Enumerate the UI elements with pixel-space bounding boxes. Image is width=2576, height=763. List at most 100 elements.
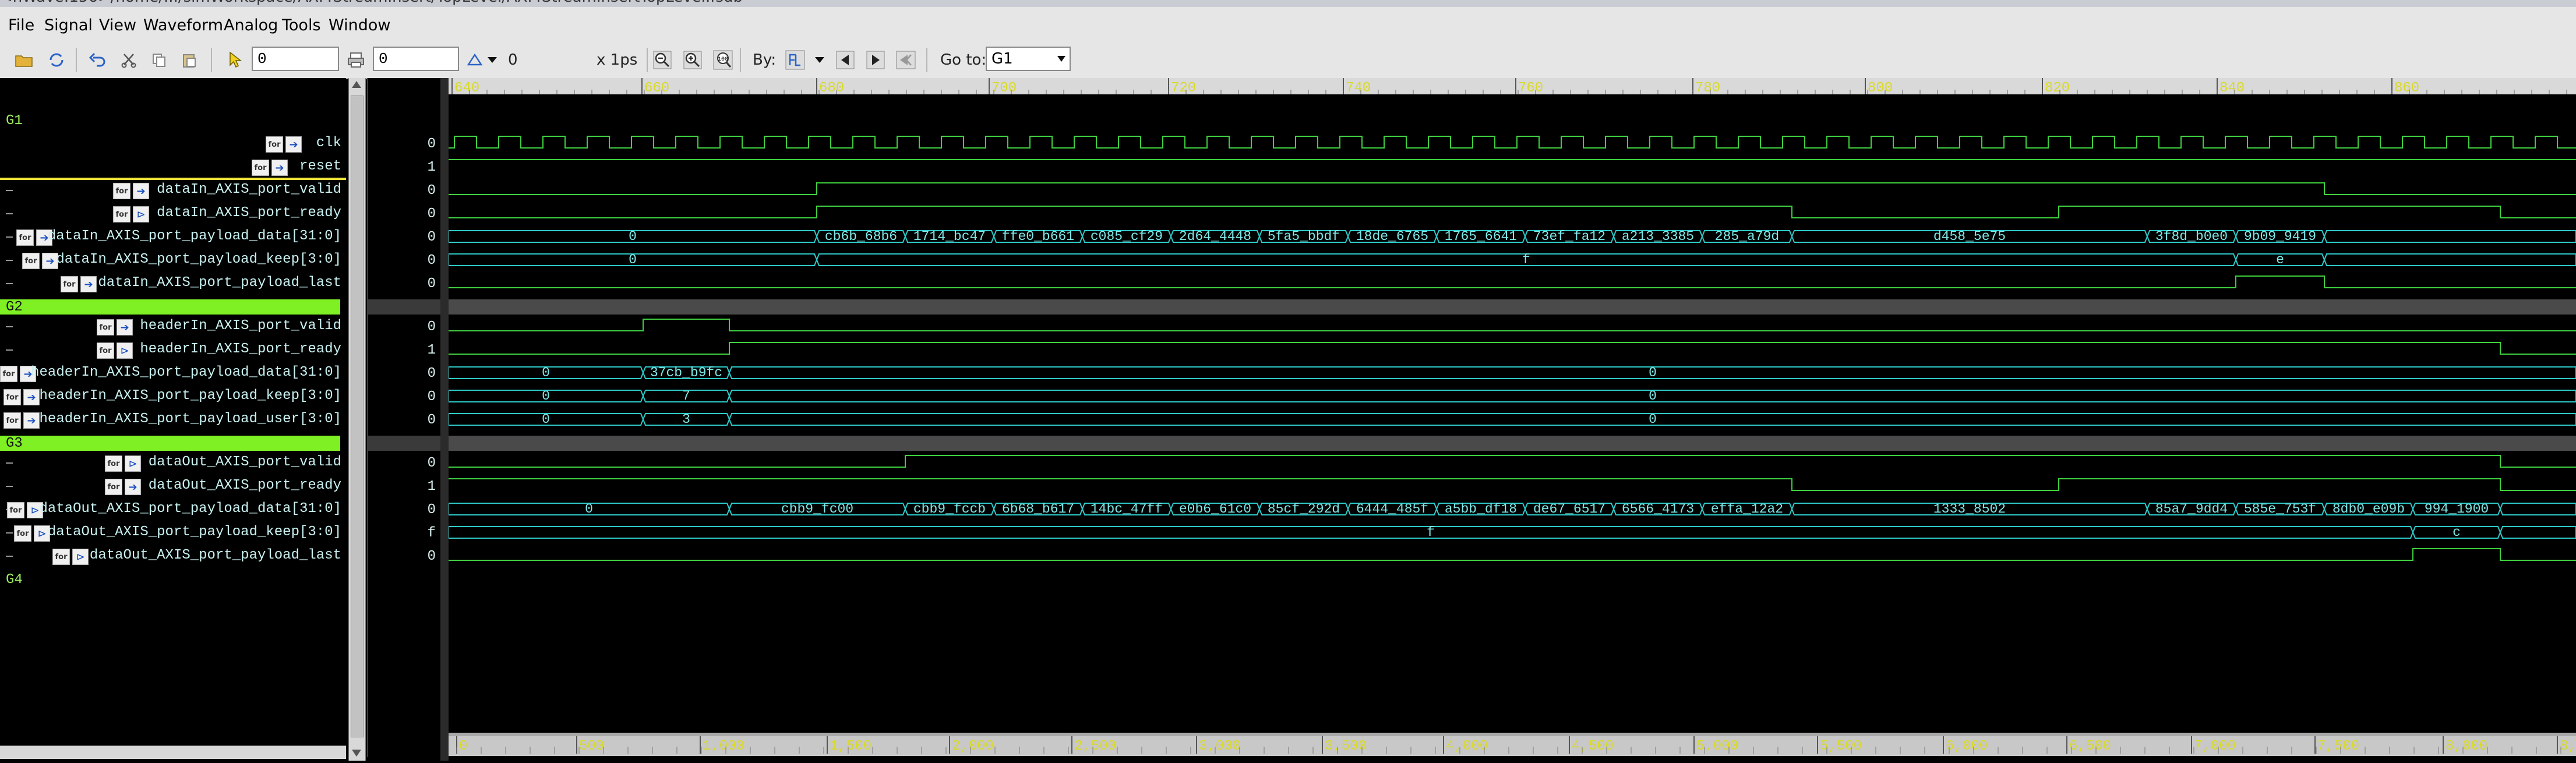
- bus-value-dout-data: 994_1900: [2425, 501, 2489, 517]
- ruler-label: 860: [2394, 80, 2419, 96]
- menu-view[interactable]: View: [99, 16, 136, 34]
- waveform-dout-ready: [449, 478, 2576, 491]
- signal-row-din-keep[interactable]: for ➔ dataIn_AXIS_port_payload_keep[3:0]: [0, 249, 346, 273]
- vertical-scrollbar[interactable]: [348, 78, 366, 761]
- time-ruler-top: [449, 78, 2576, 94]
- bus-value-din-data: cb6b_68b6: [825, 229, 897, 244]
- group-g2-bar[interactable]: [0, 299, 340, 315]
- value-hin-valid: 0: [427, 319, 436, 335]
- menu-file[interactable]: File: [8, 16, 34, 34]
- zoom-out-icon[interactable]: [651, 49, 673, 71]
- open-folder-icon[interactable]: [13, 49, 35, 71]
- signal-row-din-valid[interactable]: for ➔ dataIn_AXIS_port_valid: [0, 179, 346, 203]
- ruler-label: 820: [2045, 80, 2070, 96]
- menu-tools[interactable]: Tools: [282, 16, 321, 34]
- ruler-label: 700: [991, 80, 1017, 96]
- signal-row-dout-last[interactable]: for ⊳ dataOut_AXIS_port_payload_last: [0, 545, 346, 568]
- group-g3-bar[interactable]: [0, 436, 340, 451]
- value-hin-keep: 0: [427, 389, 436, 405]
- value-dout-keep: f: [427, 525, 436, 541]
- bus-value-din-data: 285_a79d: [1715, 229, 1779, 244]
- ruler-label: 500: [579, 739, 604, 754]
- zoom-in-icon[interactable]: [682, 49, 704, 71]
- ruler-label: 2,000: [952, 739, 994, 754]
- bus-value-din-keep: f: [1522, 252, 1530, 267]
- paste-icon[interactable]: [178, 49, 200, 71]
- ruler-label: 5,500: [1820, 739, 1862, 754]
- signal-name: dataOut_AXIS_port_valid: [148, 454, 341, 470]
- value-din-keep: 0: [427, 253, 436, 269]
- signal-row-din-ready[interactable]: for ⊳ dataIn_AXIS_port_ready: [0, 203, 346, 226]
- signal-row-hin-keep[interactable]: for ➔ headerIn_AXIS_port_payload_keep[3:0…: [0, 386, 346, 409]
- ruler-label: 5,000: [1696, 739, 1738, 754]
- output-port-icon: ⊳: [125, 455, 141, 472]
- ruler-label: 3,000: [1199, 739, 1241, 754]
- group-g2-label[interactable]: G2: [6, 299, 23, 315]
- menu-waveform[interactable]: Waveform: [143, 16, 223, 34]
- bus-value-din-data: 18de_6765: [1356, 229, 1428, 244]
- input-port-icon: ➔: [285, 136, 302, 153]
- signal-row-hin-ready[interactable]: for ⊳ headerIn_AXIS_port_ready: [0, 339, 346, 362]
- value-hin-ready: 1: [427, 342, 436, 358]
- waveform-pane[interactable]: 640 660 680 700 720 740 760 780 800 820 840 860 0 cb…: [448, 78, 2576, 761]
- signal-name: dataIn_AXIS_port_payload_keep[3:0]: [56, 252, 341, 267]
- jump-icon[interactable]: [895, 49, 917, 71]
- bus-value-din-keep: 0: [629, 252, 637, 267]
- signal-name: clk: [316, 135, 341, 151]
- group-g3-label[interactable]: G3: [6, 436, 23, 451]
- signal-row-reset[interactable]: for ➔ reset: [0, 156, 346, 179]
- waveform-canvas[interactable]: 640 660 680 700 720 740 760 780 800 820 840 860 0 cb…: [448, 78, 2576, 761]
- menu-window[interactable]: Window: [329, 16, 390, 34]
- undo-icon[interactable]: [86, 49, 108, 71]
- signal-row-hin-user[interactable]: for ➔ headerIn_AXIS_port_payload_user[3:0…: [0, 409, 346, 432]
- signal-row-dout-ready[interactable]: for ➔ dataOut_AXIS_port_ready: [0, 475, 346, 499]
- signal-row-din-data[interactable]: for ➔ dataIn_AXIS_port_payload_data[31:0]: [0, 226, 346, 249]
- name-pane-scrollbar[interactable]: [0, 746, 346, 759]
- menu-signal[interactable]: Signal: [44, 16, 93, 34]
- bus-value-din-data: 0: [629, 229, 637, 244]
- waveform-din-ready: [449, 206, 2576, 218]
- delta-dropdown-icon[interactable]: [481, 49, 503, 71]
- bus-value-dout-data: 14bc_47ff: [1091, 501, 1163, 517]
- search-by-icon[interactable]: [784, 49, 806, 71]
- signal-row-hin-valid[interactable]: for ➔ headerIn_AXIS_port_valid: [0, 316, 346, 339]
- printer-icon[interactable]: [345, 49, 367, 71]
- group-g2-separator: [449, 299, 2576, 315]
- signal-row-hin-data[interactable]: for ➔ headerIn_AXIS_port_payload_data[31:…: [0, 362, 346, 386]
- search-forward-icon[interactable]: [864, 49, 887, 71]
- search-backward-icon[interactable]: [834, 49, 856, 71]
- bus-value-dout-data: de67_6517: [1533, 501, 1605, 517]
- search-by-dropdown-icon[interactable]: [809, 49, 831, 71]
- group-g1-label[interactable]: G1: [6, 113, 23, 129]
- bus-value-dout-data: 1333_8502: [1933, 501, 2006, 517]
- bus-value-dout-keep: c: [2453, 525, 2461, 540]
- signal-row-clk[interactable]: for ➔ clk: [0, 133, 346, 156]
- bus-value-din-data: 73ef_fa12: [1533, 229, 1605, 244]
- bus-value-dout-data: cbb9_fccb: [913, 501, 986, 517]
- ruler-label: 1,500: [830, 739, 871, 754]
- signal-row-dout-data[interactable]: for ⊳ dataOut_AXIS_port_payload_data[31:0…: [0, 499, 346, 522]
- goto-select-value: G1: [991, 50, 1013, 68]
- waveform-dout-last: [449, 548, 2576, 561]
- pane-splitter[interactable]: [440, 78, 449, 761]
- signal-name: headerIn_AXIS_port_valid: [140, 318, 341, 334]
- copy-icon[interactable]: [148, 49, 170, 71]
- reload-icon[interactable]: [45, 49, 68, 71]
- bus-value-hin-keep: 0: [542, 388, 550, 404]
- scroll-thumb[interactable]: [351, 96, 364, 737]
- group-g4-label[interactable]: G4: [6, 572, 23, 588]
- goto-select[interactable]: G1: [986, 47, 1071, 71]
- menu-analog[interactable]: Analog: [224, 16, 278, 34]
- signal-row-dout-keep[interactable]: for ⊳ dataOut_AXIS_port_payload_keep[3:0]: [0, 522, 346, 545]
- value-dout-valid: 0: [427, 455, 436, 471]
- cursor-icon[interactable]: [224, 49, 246, 71]
- signal-row-dout-valid[interactable]: for ⊳ dataOut_AXIS_port_valid: [0, 452, 346, 475]
- window-title: <nWave:156>/home/.../simWorkspace/AXI4St…: [0, 0, 743, 6]
- cut-icon[interactable]: [118, 49, 140, 71]
- zoom-fit-icon[interactable]: 100: [712, 49, 734, 71]
- signal-row-din-last[interactable]: for ➔ dataIn_AXIS_port_payload_last: [0, 273, 346, 296]
- input-port-icon: ➔: [271, 160, 288, 176]
- bus-value-din-data: 1765_6641: [1445, 229, 1517, 244]
- marker-time-field[interactable]: 0: [373, 47, 459, 71]
- cursor-time-field[interactable]: 0: [252, 47, 339, 71]
